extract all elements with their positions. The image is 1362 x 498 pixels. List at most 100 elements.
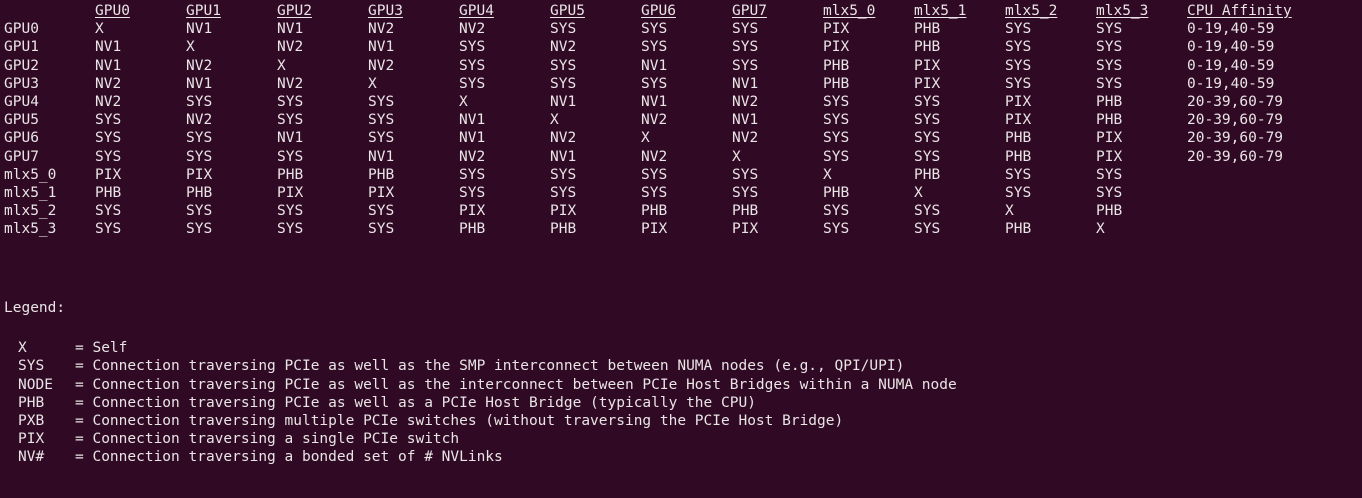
link-cell: NV1 bbox=[186, 75, 213, 92]
gpu-topology-matrix: GPU0 GPU1 GPU2 GPU3 GPU4 GPU5 GPU6 GPU7 mlx5_0 ml… bbox=[4, 2, 1327, 239]
legend-key: PHB bbox=[18, 394, 45, 411]
link-cell: PIX bbox=[1096, 148, 1123, 165]
link-cell: PHB bbox=[1096, 94, 1123, 111]
header-corner bbox=[4, 2, 95, 20]
legend-description: = Connection traversing PCIe as well as … bbox=[75, 376, 957, 393]
cpu-affinity-cell bbox=[1187, 202, 1327, 220]
link-cell: PIX bbox=[1005, 112, 1032, 129]
link-cell: NV2 bbox=[641, 148, 668, 165]
link-cell: NV2 bbox=[550, 39, 577, 56]
row-label: mlx5_3 bbox=[4, 221, 57, 238]
link-cell: PIX bbox=[277, 185, 304, 202]
link-cell: X bbox=[186, 39, 195, 56]
legend-item: SYS = Connection traversing PCIe as well … bbox=[4, 357, 957, 375]
column-header: GPU0 bbox=[95, 3, 130, 19]
link-cell: PHB bbox=[550, 221, 577, 238]
link-cell: SYS bbox=[277, 148, 304, 165]
link-cell: SYS bbox=[732, 166, 759, 183]
link-cell: SYS bbox=[459, 39, 486, 56]
link-cell: PHB bbox=[1005, 221, 1032, 238]
cpu-affinity-cell: 20-39,60-79 bbox=[1187, 130, 1284, 147]
link-cell: NV2 bbox=[95, 75, 122, 92]
link-cell: NV1 bbox=[186, 21, 213, 38]
link-cell: SYS bbox=[823, 112, 850, 129]
link-cell: SYS bbox=[641, 166, 668, 183]
column-header: GPU1 bbox=[186, 3, 221, 19]
link-cell: PIX bbox=[550, 203, 577, 220]
link-cell: NV2 bbox=[641, 112, 668, 129]
link-cell: NV2 bbox=[550, 130, 577, 147]
link-cell: PHB bbox=[1096, 203, 1123, 220]
link-cell: SYS bbox=[368, 94, 395, 111]
terminal-window[interactable]: GPU0 GPU1 GPU2 GPU3 GPU4 GPU5 GPU6 GPU7 mlx5_0 ml… bbox=[0, 0, 1362, 498]
matrix-row: GPU7 SYS SYS SYS NV1 NV2 NV1 NV2 X SYS SYS PHB PIX 20… bbox=[4, 148, 1327, 166]
link-cell: SYS bbox=[277, 221, 304, 238]
link-cell: NV2 bbox=[186, 112, 213, 129]
cpu-affinity-cell: 20-39,60-79 bbox=[1187, 148, 1284, 165]
link-cell: SYS bbox=[732, 39, 759, 56]
link-cell: SYS bbox=[95, 148, 122, 165]
link-cell: X bbox=[732, 148, 741, 165]
link-cell: PHB bbox=[914, 21, 941, 38]
link-cell: NV2 bbox=[95, 94, 122, 111]
link-cell: NV1 bbox=[368, 39, 395, 56]
link-cell: SYS bbox=[277, 112, 304, 129]
link-cell: SYS bbox=[823, 221, 850, 238]
link-cell: X bbox=[914, 185, 923, 202]
legend-key: PXB bbox=[18, 412, 45, 429]
link-cell: NV2 bbox=[277, 75, 304, 92]
link-cell: SYS bbox=[641, 39, 668, 56]
link-cell: X bbox=[823, 166, 832, 183]
link-cell: SYS bbox=[914, 203, 941, 220]
row-label: GPU2 bbox=[4, 57, 39, 74]
row-label: GPU3 bbox=[4, 75, 39, 92]
column-header: CPU Affinity bbox=[1187, 3, 1292, 19]
link-cell: PHB bbox=[277, 166, 304, 183]
row-label: GPU6 bbox=[4, 130, 39, 147]
link-cell: NV1 bbox=[732, 75, 759, 92]
link-cell: X bbox=[95, 21, 104, 38]
link-cell: PHB bbox=[732, 203, 759, 220]
link-cell: X bbox=[1096, 221, 1105, 238]
link-cell: PIX bbox=[1005, 94, 1032, 111]
column-header: GPU2 bbox=[277, 3, 312, 19]
link-cell: NV2 bbox=[368, 21, 395, 38]
link-cell: NV1 bbox=[459, 130, 486, 147]
row-label: GPU0 bbox=[4, 21, 39, 38]
link-cell: X bbox=[1005, 203, 1014, 220]
matrix-header: GPU0 GPU1 GPU2 GPU3 GPU4 GPU5 GPU6 GPU7 mlx5_0 ml… bbox=[4, 2, 1327, 20]
column-header: GPU5 bbox=[550, 3, 585, 19]
link-cell: SYS bbox=[732, 185, 759, 202]
link-cell: PHB bbox=[823, 57, 850, 74]
link-cell: NV1 bbox=[277, 130, 304, 147]
row-label: GPU4 bbox=[4, 94, 39, 111]
link-cell: PHB bbox=[186, 185, 213, 202]
legend-title: Legend: bbox=[4, 300, 66, 316]
link-cell: PIX bbox=[914, 75, 941, 92]
link-cell: PIX bbox=[641, 221, 668, 238]
link-cell: SYS bbox=[1005, 75, 1032, 92]
link-cell: SYS bbox=[459, 75, 486, 92]
link-cell: PIX bbox=[732, 221, 759, 238]
link-cell: SYS bbox=[368, 112, 395, 129]
legend-item: X = Self bbox=[4, 339, 957, 357]
link-cell: PHB bbox=[823, 185, 850, 202]
link-cell: NV2 bbox=[368, 57, 395, 74]
link-cell: SYS bbox=[1005, 39, 1032, 56]
link-cell: PHB bbox=[1005, 148, 1032, 165]
link-cell: PIX bbox=[1096, 130, 1123, 147]
link-cell: X bbox=[641, 130, 650, 147]
link-cell: SYS bbox=[914, 130, 941, 147]
link-cell: PHB bbox=[1096, 112, 1123, 129]
link-cell: SYS bbox=[368, 203, 395, 220]
link-cell: NV1 bbox=[459, 112, 486, 129]
link-cell: PIX bbox=[368, 185, 395, 202]
link-cell: X bbox=[459, 94, 468, 111]
link-cell: SYS bbox=[823, 148, 850, 165]
link-cell: SYS bbox=[368, 221, 395, 238]
link-cell: SYS bbox=[1096, 39, 1123, 56]
link-cell: SYS bbox=[1005, 57, 1032, 74]
link-cell: NV1 bbox=[550, 148, 577, 165]
link-cell: SYS bbox=[823, 94, 850, 111]
column-header: mlx5_2 bbox=[1005, 3, 1058, 19]
